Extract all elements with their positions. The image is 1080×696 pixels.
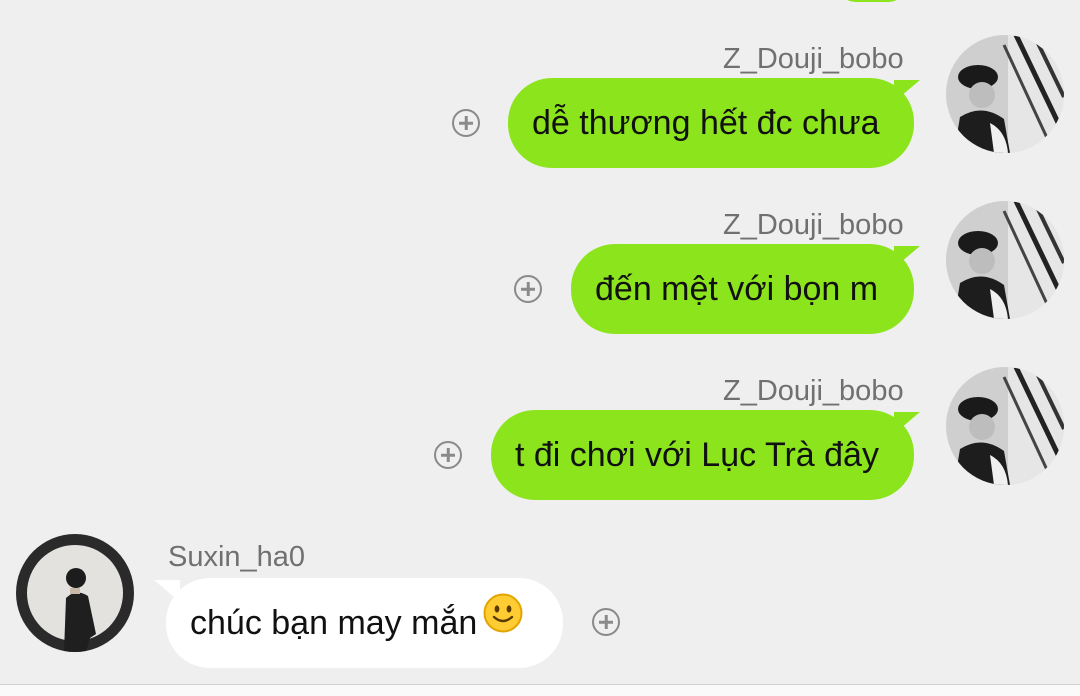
sender-name: Z_Douji_bobo <box>723 375 904 407</box>
plus-circle-icon[interactable] <box>592 608 620 636</box>
avatar[interactable] <box>946 367 1064 485</box>
sender-name: Z_Douji_bobo <box>723 43 904 75</box>
avatar-suxin-ha0-image <box>16 534 134 652</box>
message-text: chúc bạn may mắn <box>190 604 478 642</box>
message-bubble[interactable]: đến mệt với bọn m <box>571 244 914 334</box>
message-bubble[interactable]: dễ thương hết đc chưa <box>508 78 914 168</box>
message-bubble[interactable]: chúc bạn may mắn <box>166 578 563 668</box>
plus-circle-icon[interactable] <box>452 109 480 137</box>
message-bubble[interactable]: t đi chơi với Lục Trà đây <box>491 410 914 500</box>
chat-area[interactable]: Z_Douji_bobo dễ thương hết đc chưa Z_Dou… <box>0 0 1080 696</box>
slightly-smiling-face-icon <box>483 577 523 667</box>
avatar-z-douji-bobo-image <box>946 367 1064 485</box>
plus-circle-icon[interactable] <box>434 441 462 469</box>
avatar-z-douji-bobo-image <box>946 35 1064 153</box>
avatar[interactable] <box>16 534 134 652</box>
plus-circle-icon[interactable] <box>514 275 542 303</box>
sender-name: Suxin_ha0 <box>168 541 306 573</box>
input-bar-edge <box>0 684 1080 696</box>
sender-name: Z_Douji_bobo <box>723 209 904 241</box>
avatar[interactable] <box>946 201 1064 319</box>
avatar[interactable] <box>946 35 1064 153</box>
avatar-z-douji-bobo-image <box>946 201 1064 319</box>
previous-message-bubble[interactable] <box>836 0 908 2</box>
